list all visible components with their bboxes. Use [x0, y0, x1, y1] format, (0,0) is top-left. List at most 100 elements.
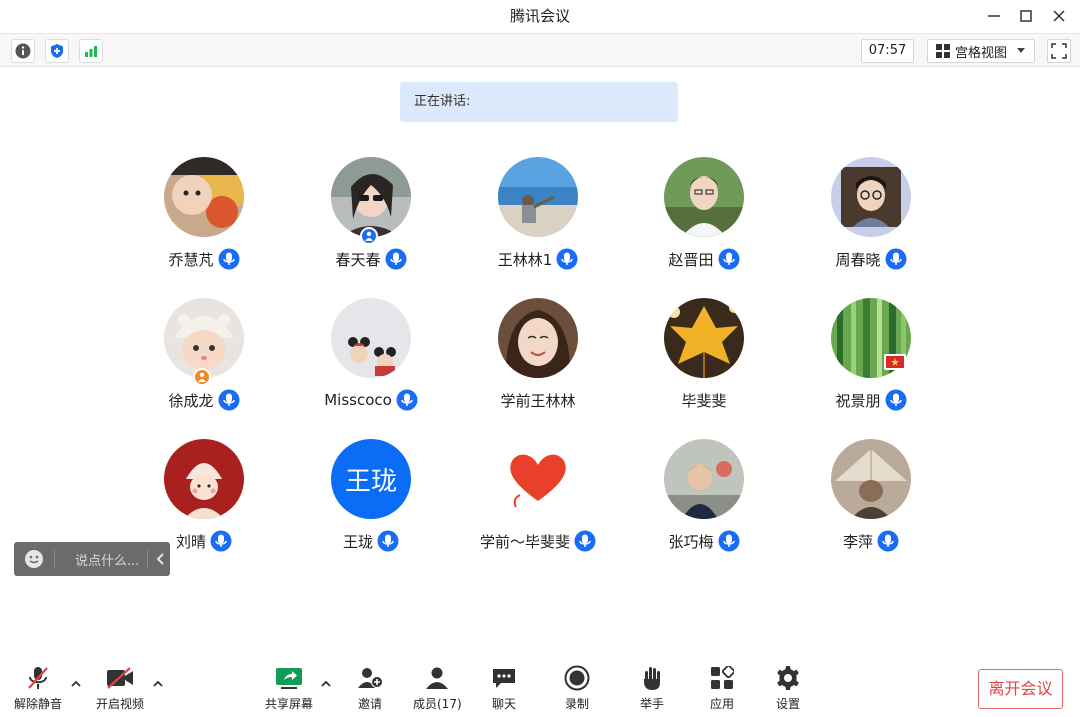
participant-name-row: 李萍 [788, 529, 954, 553]
minimize-icon [988, 15, 1000, 17]
participant-name-row: 赵晋田 [621, 247, 787, 271]
chevron-up-icon[interactable] [320, 678, 332, 690]
participant-name: 李萍 [842, 532, 873, 551]
fullscreen-icon [1051, 43, 1067, 59]
participant-name: 学前王林林 [500, 391, 576, 410]
record-button[interactable]: 录制 [562, 664, 592, 712]
participant-name-row: 祝景朋 [788, 388, 954, 412]
participant-name: 王珑 [342, 532, 373, 551]
caret-down-icon [1017, 48, 1026, 53]
participant-tile[interactable]: Misscoco [288, 298, 454, 418]
close-icon [1053, 10, 1065, 22]
microphone-active-icon [885, 389, 906, 411]
settings-button[interactable]: 设置 [773, 664, 803, 712]
minimize-button[interactable] [982, 4, 1006, 28]
share-screen-button[interactable]: 共享屏幕 [265, 664, 313, 712]
leave-meeting-button[interactable]: 离开会议 [978, 669, 1063, 709]
microphone-active-icon [574, 530, 596, 552]
participant-avatar [664, 298, 744, 378]
apps-button[interactable]: 应用 [707, 664, 737, 712]
participant-avatar [498, 298, 578, 378]
quick-chat-bar[interactable]: 说点什么... [14, 542, 170, 576]
chat-button[interactable]: 聊天 [489, 664, 519, 712]
title-bar: 腾讯会议 [0, 0, 1080, 32]
participant-tile[interactable]: 学前王林林 [455, 298, 621, 418]
video-off-icon [107, 667, 133, 689]
participant-name: 乔慧芃 [168, 250, 214, 269]
participant-tile[interactable]: 刘晴 [121, 439, 287, 559]
participant-name-row: 乔慧芃 [121, 247, 287, 271]
fullscreen-button[interactable] [1047, 39, 1071, 63]
chevron-up-icon[interactable] [152, 678, 164, 690]
participant-tile[interactable]: 王林林1 [455, 157, 621, 277]
participant-name-row: 毕斐斐 [621, 388, 787, 412]
share-screen-label: 共享屏幕 [265, 697, 314, 711]
participant-tile[interactable]: 学前～毕斐斐 [455, 439, 621, 559]
participant-avatar [831, 439, 911, 519]
microphone-active-icon [877, 530, 899, 552]
microphone-active-icon [556, 248, 578, 270]
participant-tile[interactable]: 祝景朋 [788, 298, 954, 418]
user-icon [365, 231, 373, 241]
participant-name: 张巧梅 [668, 532, 714, 551]
participant-tile[interactable]: 李萍 [788, 439, 954, 559]
participant-tile[interactable]: 张巧梅 [621, 439, 787, 559]
start-video-label: 开启视频 [96, 697, 145, 711]
microphone-active-icon [396, 389, 418, 411]
members-button[interactable]: 成员(17) [413, 664, 462, 712]
participant-name: 刘晴 [175, 532, 206, 551]
microphone-active-icon [218, 389, 239, 411]
participant-avatar [164, 298, 244, 378]
microphone-active-icon [377, 530, 399, 552]
participant-tile[interactable]: 徐成龙 [121, 298, 287, 418]
participant-name-row: 徐成龙 [121, 388, 287, 412]
divider [54, 549, 55, 569]
participant-tile[interactable]: 周春晓 [788, 157, 954, 277]
participant-name-row: 张巧梅 [621, 529, 787, 553]
participant-avatar [164, 439, 244, 519]
participant-tile[interactable]: 赵晋田 [621, 157, 787, 277]
chat-bubble-icon [493, 669, 515, 688]
unmute-label: 解除静音 [14, 697, 63, 711]
view-mode-dropdown[interactable]: 宫格视图 [927, 39, 1035, 63]
security-button[interactable] [45, 39, 69, 63]
participant-avatar [498, 157, 578, 237]
emoji-icon[interactable] [24, 549, 44, 569]
maximize-button[interactable] [1014, 4, 1038, 28]
participant-avatar [831, 157, 911, 237]
participant-tile[interactable]: 王珑 王珑 [288, 439, 454, 559]
microphone-active-icon [218, 248, 239, 270]
meeting-timer: 07:57 [861, 39, 914, 63]
unmute-button[interactable]: 解除静音 [14, 664, 62, 712]
chat-label: 聊天 [491, 697, 516, 711]
network-status-button[interactable] [79, 39, 103, 63]
host-badge [360, 227, 378, 245]
add-user-icon [358, 668, 383, 688]
raise-hand-label: 举手 [639, 697, 664, 711]
flag-icon [891, 358, 899, 366]
participant-tile[interactable]: 毕斐斐 [621, 298, 787, 418]
participant-tile[interactable]: 乔慧芃 [121, 157, 287, 277]
start-video-button[interactable]: 开启视频 [96, 664, 144, 712]
invite-button[interactable]: 邀请 [355, 664, 385, 712]
microphone-muted-icon [28, 667, 48, 689]
participant-name-row: 春天春 [288, 247, 454, 271]
chevron-up-icon[interactable] [70, 678, 82, 690]
signal-bars-icon [85, 46, 97, 57]
meeting-info-button[interactable] [11, 39, 35, 63]
participant-name-row: 王珑 [288, 529, 454, 553]
participant-name-row: 周春晓 [788, 247, 954, 271]
flag-badge [884, 354, 906, 370]
participant-name: 周春晓 [835, 250, 881, 269]
close-button[interactable] [1047, 4, 1071, 28]
microphone-active-icon [718, 530, 739, 552]
chevron-left-icon[interactable] [156, 553, 166, 565]
participant-avatar [664, 157, 744, 237]
participant-name-row: 学前～毕斐斐 [455, 529, 621, 553]
participant-avatar [498, 439, 578, 519]
raise-hand-button[interactable]: 举手 [637, 664, 667, 712]
participant-tile[interactable]: 春天春 [288, 157, 454, 277]
chat-input[interactable]: 说点什么... [75, 550, 147, 569]
participant-avatar [664, 439, 744, 519]
participant-name: 徐成龙 [168, 391, 214, 410]
